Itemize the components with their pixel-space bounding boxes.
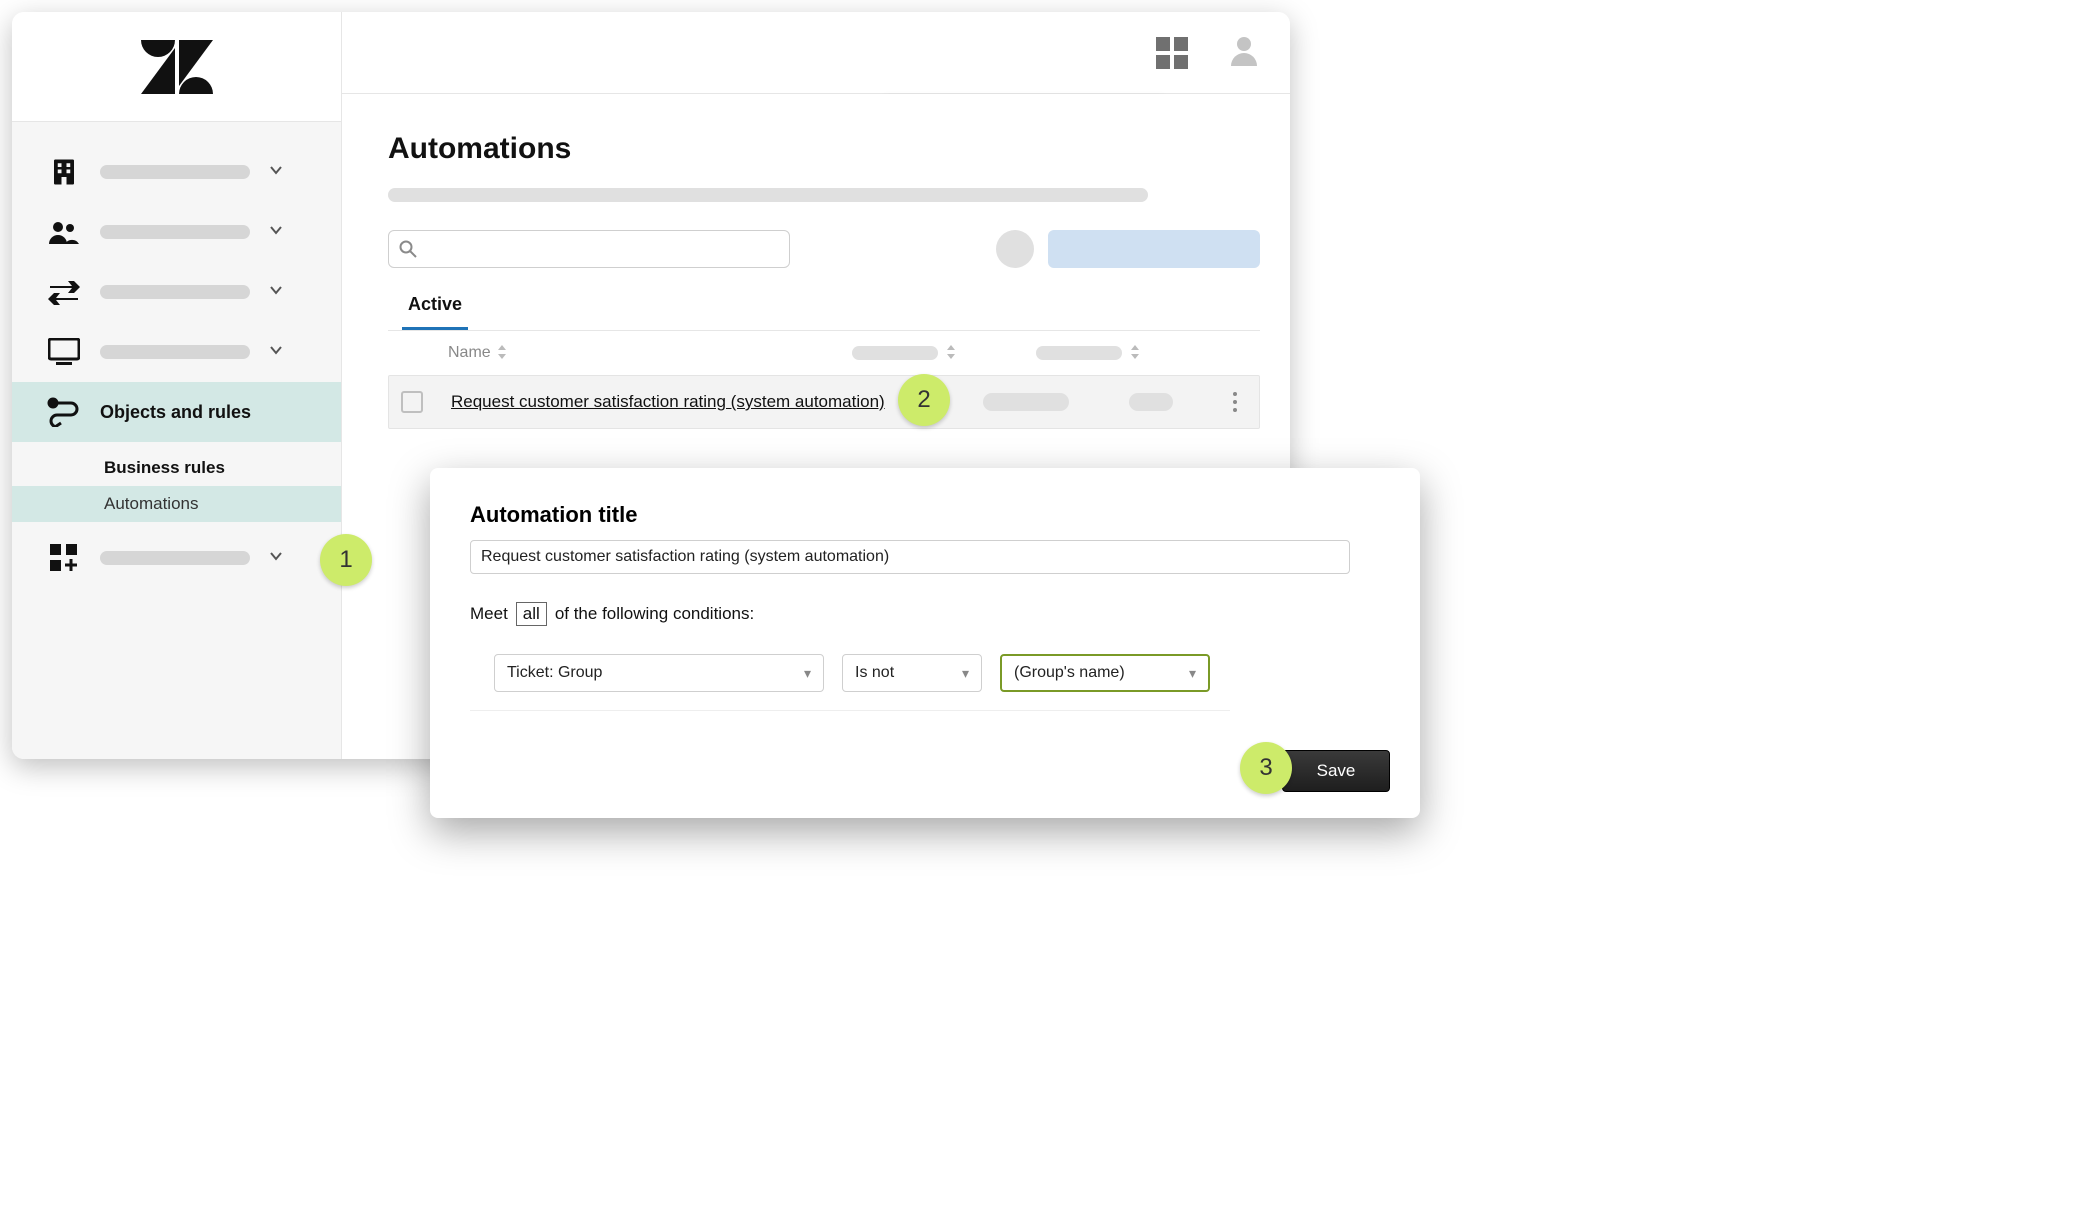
sidebar-item-label: Objects and rules — [100, 402, 323, 423]
save-button[interactable]: Save — [1282, 750, 1390, 792]
conditions-mode-select[interactable]: all — [516, 602, 547, 626]
toolbar-button-placeholder[interactable] — [1048, 230, 1260, 268]
conditions-heading: Meet all of the following conditions: — [470, 602, 1380, 626]
chevron-down-icon: ▾ — [804, 665, 811, 682]
sidebar-subgroup-heading: Business rules — [12, 448, 341, 486]
search-icon — [399, 240, 417, 258]
chevron-down-icon — [268, 162, 284, 183]
arrows-icon — [46, 274, 82, 310]
condition-value-select[interactable]: (Group's name) ▾ — [1000, 654, 1210, 692]
sidebar-nav: Objects and rules Business rules Automat… — [12, 122, 341, 588]
sidebar-item-account[interactable] — [12, 142, 341, 202]
apps-add-icon — [46, 540, 82, 576]
annotation-badge-2: 2 — [898, 374, 950, 426]
avatar-icon[interactable] — [1228, 34, 1260, 71]
automation-link[interactable]: Request customer satisfaction rating (sy… — [451, 392, 885, 412]
toolbar-circle-placeholder — [996, 230, 1034, 268]
annotation-badge-3: 3 — [1240, 742, 1292, 794]
row-checkbox[interactable] — [401, 391, 423, 413]
automation-title-input[interactable]: Request customer satisfaction rating (sy… — [470, 540, 1350, 574]
toolbar — [388, 230, 1260, 268]
table-header: Name — [388, 331, 1260, 375]
workflow-icon — [46, 394, 82, 430]
chevron-down-icon — [268, 342, 284, 363]
sidebar-item-automations[interactable]: Automations — [12, 486, 341, 522]
sidebar-item-objects-rules[interactable]: Objects and rules — [12, 382, 341, 442]
annotation-badge-1: 1 — [320, 534, 372, 586]
sort-icon[interactable] — [946, 345, 956, 362]
sort-icon[interactable] — [1130, 345, 1140, 362]
chevron-down-icon — [268, 548, 284, 569]
building-icon — [46, 154, 82, 190]
row-menu-button[interactable] — [1233, 392, 1237, 412]
sidebar-item-channels[interactable] — [12, 262, 341, 322]
sort-icon[interactable] — [497, 345, 507, 362]
page-title: Automations — [388, 132, 1260, 166]
sidebar-item-workspaces[interactable] — [12, 322, 341, 382]
condition-operator-select[interactable]: Is not ▾ — [842, 654, 982, 692]
chevron-down-icon: ▾ — [1189, 665, 1196, 682]
sidebar-subgroup: Business rules Automations — [12, 442, 341, 528]
sidebar-item-people[interactable] — [12, 202, 341, 262]
table-row[interactable]: Request customer satisfaction rating (sy… — [388, 375, 1260, 429]
description-placeholder — [388, 188, 1148, 202]
logo — [12, 12, 341, 122]
search-input[interactable] — [388, 230, 790, 268]
sidebar: Objects and rules Business rules Automat… — [12, 12, 342, 759]
people-icon — [46, 214, 82, 250]
condition-row: Ticket: Group ▾ Is not ▾ (Group's name) … — [470, 654, 1230, 711]
chevron-down-icon: ▾ — [962, 665, 969, 682]
zendesk-logo-icon — [141, 40, 213, 94]
chevron-down-icon — [268, 282, 284, 303]
topbar — [342, 12, 1290, 94]
condition-field-select[interactable]: Ticket: Group ▾ — [494, 654, 824, 692]
monitor-icon — [46, 334, 82, 370]
col-name-label[interactable]: Name — [448, 344, 491, 362]
tabs: Active — [388, 286, 1260, 331]
sidebar-item-apps[interactable] — [12, 528, 341, 588]
panel-title-label: Automation title — [470, 502, 1380, 528]
tab-active[interactable]: Active — [402, 286, 468, 330]
chevron-down-icon — [268, 222, 284, 243]
apps-grid-icon[interactable] — [1156, 37, 1188, 69]
